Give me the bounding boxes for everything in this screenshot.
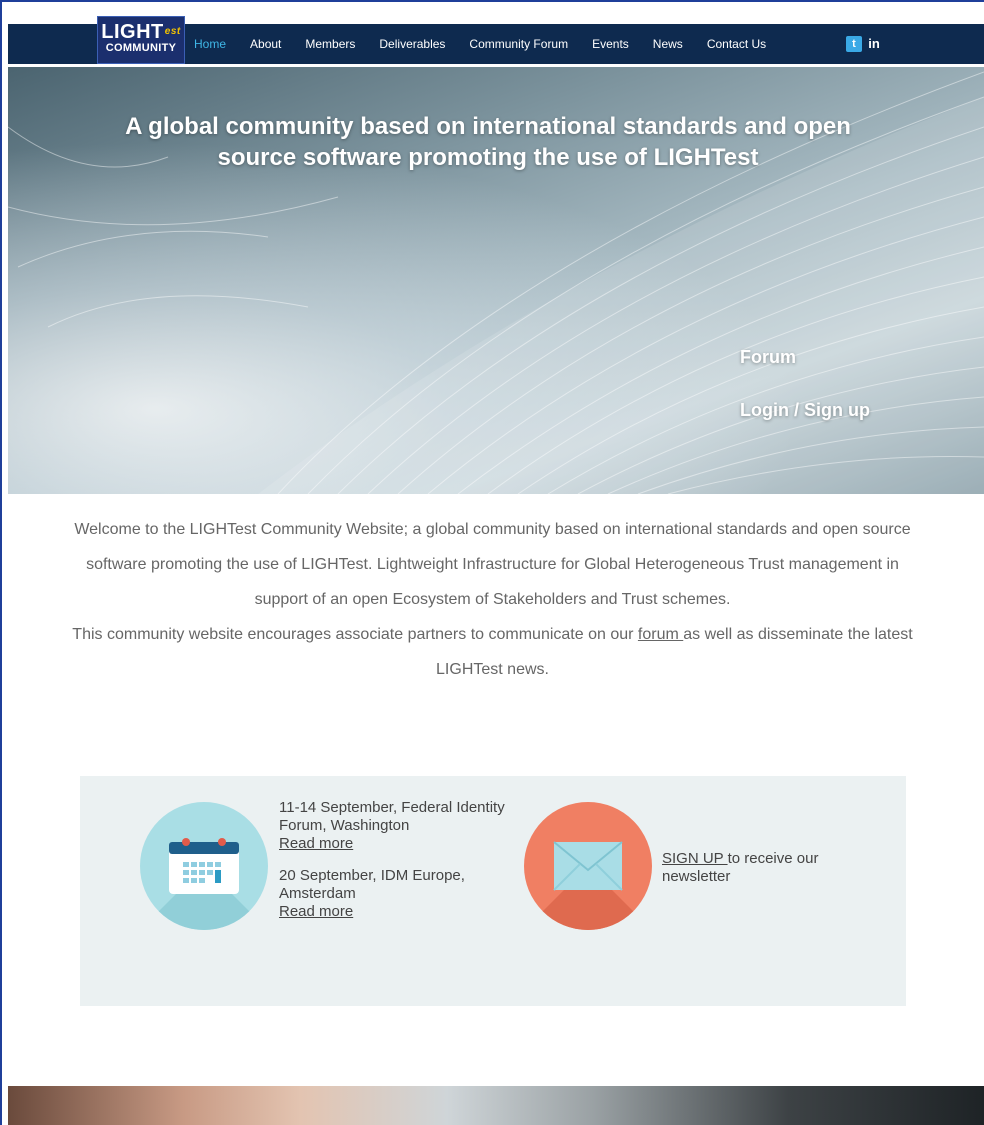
logo-text: LIGHT	[101, 21, 164, 43]
hero-banner: A global community based on internationa…	[8, 67, 984, 494]
events-list: 11-14 September, Federal Identity Forum,…	[279, 799, 509, 921]
nav-home[interactable]: Home	[194, 37, 226, 51]
event-text: 11-14 September, Federal Identity Forum,…	[279, 799, 505, 834]
event-item: 11-14 September, Federal Identity Forum,…	[279, 799, 509, 853]
events-newsletter-panel: 11-14 September, Federal Identity Forum,…	[80, 776, 906, 1006]
twitter-icon[interactable]: t	[846, 36, 862, 52]
hero-title: A global community based on internationa…	[125, 113, 851, 171]
community-paragraph: This community website encourages associ…	[70, 617, 915, 687]
read-more-link[interactable]: Read more	[279, 903, 353, 920]
site-logo[interactable]: LIGHTest COMMUNITY	[97, 16, 185, 64]
read-more-link[interactable]: Read more	[279, 835, 353, 852]
event-text: 20 September, IDM Europe, Amsterdam	[279, 867, 465, 902]
top-navigation-bar: LIGHTest COMMUNITY Home About Members De…	[8, 16, 984, 67]
calendar-icon	[140, 802, 268, 930]
signup-link[interactable]: SIGN UP	[662, 850, 728, 867]
nav-events[interactable]: Events	[592, 37, 629, 51]
bottom-banner-image	[8, 1086, 984, 1125]
social-links: t in	[846, 36, 886, 52]
main-menu: Home About Members Deliverables Communit…	[194, 24, 790, 64]
forum-link[interactable]: forum	[638, 626, 683, 643]
welcome-paragraph: Welcome to the LIGHTest Community Websit…	[74, 521, 911, 608]
nav-contact-us[interactable]: Contact Us	[707, 37, 766, 51]
nav-news[interactable]: News	[653, 37, 683, 51]
hero-forum-link[interactable]: Forum	[740, 347, 796, 368]
nav-about[interactable]: About	[250, 37, 281, 51]
envelope-icon	[524, 802, 652, 930]
event-item: 20 September, IDM Europe, Amsterdam Read…	[279, 867, 509, 921]
community-text-before: This community website encourages associ…	[72, 626, 638, 643]
logo-superscript: est	[164, 26, 181, 37]
logo-subtext: COMMUNITY	[105, 42, 177, 54]
nav-deliverables[interactable]: Deliverables	[379, 37, 445, 51]
nav-members[interactable]: Members	[305, 37, 355, 51]
hero-login-signup-link[interactable]: Login / Sign up	[740, 400, 870, 421]
linkedin-icon[interactable]: in	[866, 36, 882, 52]
newsletter-signup: SIGN UP to receive our newsletter	[662, 850, 862, 886]
welcome-text: Welcome to the LIGHTest Community Websit…	[70, 512, 915, 687]
nav-community-forum[interactable]: Community Forum	[469, 37, 568, 51]
